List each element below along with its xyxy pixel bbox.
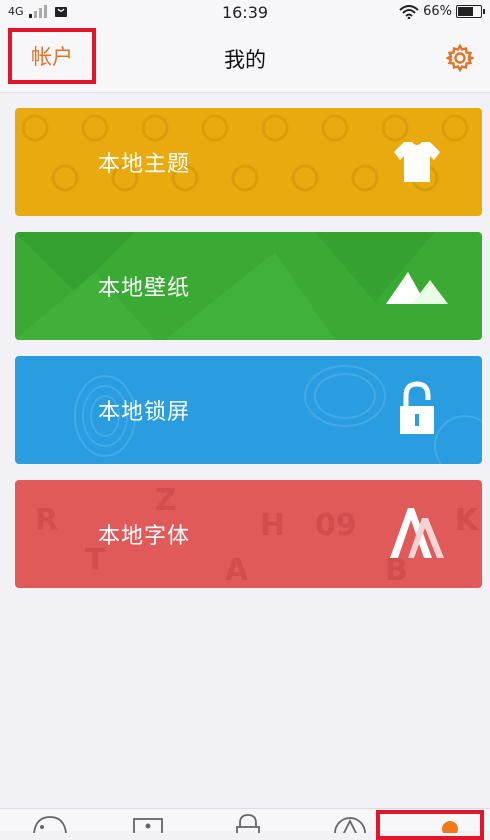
battery-fill <box>458 7 473 16</box>
tshirt-icon <box>394 142 440 182</box>
battery-icon <box>456 5 485 18</box>
battery-percent: 66% <box>423 4 452 19</box>
svg-text:Z: Z <box>155 483 177 518</box>
header: 帐户 我的 <box>0 26 490 93</box>
card-local-lockscreen[interactable]: 本地锁屏 <box>15 356 482 464</box>
card-label: 本地主题 <box>98 152 191 177</box>
page-title: 我的 <box>224 48 266 72</box>
svg-text:A: A <box>225 553 249 588</box>
wifi-icon <box>399 4 419 19</box>
palette-icon[interactable] <box>30 813 70 833</box>
lock-icon[interactable] <box>228 813 268 833</box>
card-label: 本地字体 <box>98 524 191 549</box>
status-right: 66% <box>399 4 485 19</box>
mountain-icon <box>386 272 448 304</box>
gear-icon[interactable] <box>446 44 474 72</box>
card-label: 本地壁纸 <box>98 276 191 301</box>
svg-text:09: 09 <box>315 508 357 543</box>
svg-text:H: H <box>260 508 285 543</box>
font-icon[interactable] <box>330 813 370 833</box>
card-label: 本地锁屏 <box>98 400 191 425</box>
font-a-icon <box>390 508 444 558</box>
status-bar: 4G 16:39 66% <box>0 0 490 26</box>
card-local-theme[interactable]: 本地主题 <box>15 108 482 216</box>
picture-icon[interactable] <box>128 813 168 833</box>
card-local-wallpaper[interactable]: 本地壁纸 <box>15 232 482 340</box>
padlock-icon <box>400 381 434 434</box>
bottom-tab-bar <box>0 808 490 840</box>
svg-text:R: R <box>35 503 58 538</box>
svg-text:K: K <box>455 503 480 538</box>
tab-mine-highlight-box <box>376 810 484 840</box>
card-local-font[interactable]: R T Z A H 09 B K 本地字体 <box>15 480 482 588</box>
